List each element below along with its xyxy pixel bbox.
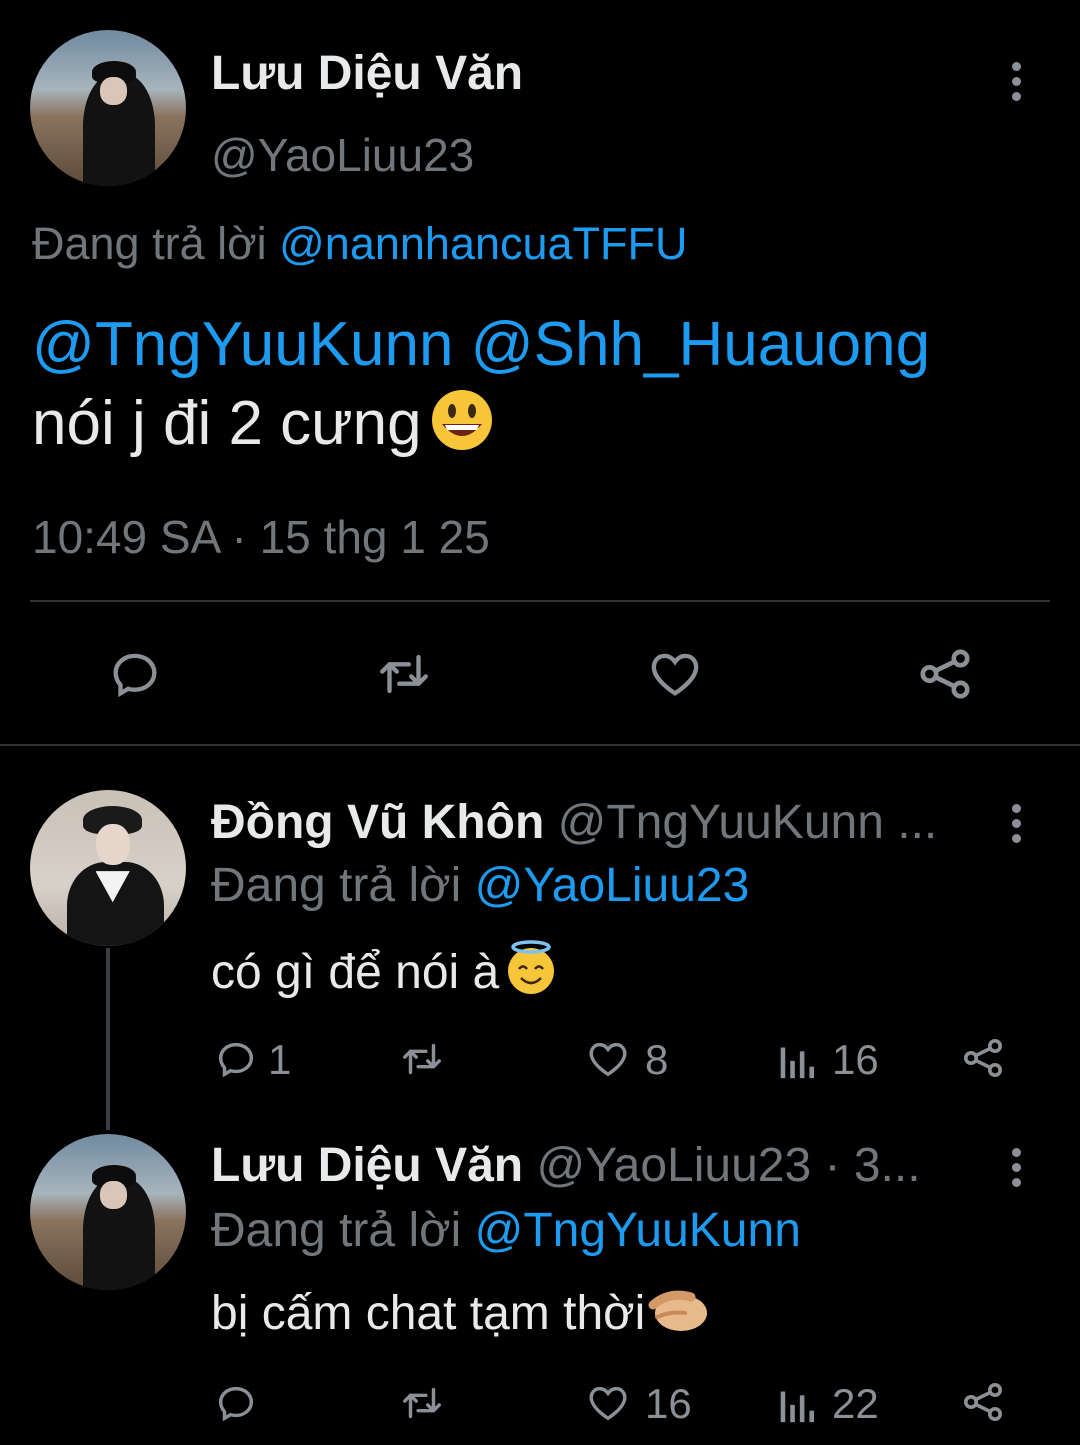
more-options-icon[interactable] bbox=[1012, 1148, 1022, 1193]
like-icon[interactable] bbox=[584, 1380, 632, 1426]
reply-header: Đồng Vũ Khôn @TngYuuKunn ... bbox=[211, 795, 991, 850]
author-handle[interactable]: @YaoLiuu23 · 3... bbox=[536, 1139, 920, 1192]
reply-icon[interactable] bbox=[213, 1380, 259, 1426]
view-count: 22 bbox=[832, 1380, 879, 1427]
avatar[interactable] bbox=[30, 1134, 186, 1290]
timestamp: 10:49 SA · 15 thg 1 25 bbox=[32, 511, 490, 563]
reply-body: có gì để nói à bbox=[211, 938, 563, 1008]
tweet-thread-page: Lưu Diệu Văn @YaoLiuu23 Đang trả lời @na… bbox=[0, 0, 1080, 1445]
share-icon[interactable] bbox=[959, 1378, 1007, 1426]
like-icon[interactable] bbox=[584, 1036, 632, 1082]
reply-body: bị cấm chat tạm thời bbox=[211, 1283, 711, 1349]
share-icon[interactable] bbox=[959, 1034, 1007, 1082]
replying-prefix: Đang trả lời bbox=[211, 1204, 462, 1257]
reply-header: Lưu Diệu Văn @YaoLiuu23 · 3... bbox=[211, 1138, 991, 1193]
divider bbox=[30, 600, 1050, 602]
tweet-body: @TngYuuKunn @Shh_Huauong nói j đi 2 cưng bbox=[32, 308, 930, 469]
avatar[interactable] bbox=[30, 790, 186, 946]
reply-icon[interactable] bbox=[106, 645, 164, 703]
reply-icon[interactable] bbox=[213, 1036, 259, 1082]
author-name[interactable]: Lưu Diệu Văn bbox=[211, 1139, 523, 1192]
replying-to-link[interactable]: @TngYuuKunn bbox=[475, 1204, 801, 1257]
retweet-icon[interactable] bbox=[397, 1036, 447, 1082]
reply-count: 1 bbox=[268, 1036, 292, 1083]
author-name[interactable]: Lưu Diệu Văn bbox=[211, 46, 523, 101]
like-icon[interactable] bbox=[645, 645, 705, 703]
thread-line bbox=[106, 948, 110, 1130]
replying-prefix: Đang trả lời bbox=[32, 218, 267, 269]
smiling-face-with-halo-icon bbox=[499, 938, 563, 1008]
replying-to-line: Đang trả lời @TngYuuKunn bbox=[211, 1203, 801, 1258]
mention-link[interactable]: @TngYuuKunn bbox=[32, 310, 453, 379]
replying-to-link[interactable]: @nannhancuaTFFU bbox=[279, 218, 687, 269]
more-options-icon[interactable] bbox=[1012, 804, 1022, 849]
replying-to-line: Đang trả lời @YaoLiuu23 bbox=[211, 858, 749, 913]
avatar[interactable] bbox=[30, 30, 186, 186]
share-icon[interactable] bbox=[914, 643, 976, 705]
retweet-icon[interactable] bbox=[397, 1380, 447, 1426]
author-name[interactable]: Đồng Vũ Khôn bbox=[211, 796, 544, 849]
grinning-face-icon bbox=[422, 382, 502, 469]
like-count: 16 bbox=[645, 1380, 692, 1427]
author-handle[interactable]: @YaoLiuu23 bbox=[211, 128, 474, 182]
mention-link[interactable]: @Shh_Huauong bbox=[471, 310, 930, 379]
reply-text: bị cấm chat tạm thời bbox=[211, 1287, 646, 1340]
section-divider bbox=[0, 744, 1080, 746]
view-count: 16 bbox=[832, 1036, 879, 1083]
replying-to-link[interactable]: @YaoLiuu23 bbox=[475, 859, 750, 912]
retweet-icon[interactable] bbox=[373, 645, 435, 703]
tweet-text: nói j đi 2 cưng bbox=[32, 389, 422, 458]
replying-prefix: Đang trả lời bbox=[211, 859, 462, 912]
views-icon[interactable] bbox=[776, 1036, 816, 1082]
pinching-hand-icon bbox=[645, 1283, 711, 1349]
reply-text: có gì để nói à bbox=[211, 946, 500, 999]
more-options-icon[interactable] bbox=[1012, 62, 1022, 107]
replying-to-line: Đang trả lời @nannhancuaTFFU bbox=[32, 218, 688, 270]
views-icon[interactable] bbox=[776, 1380, 816, 1426]
like-count: 8 bbox=[645, 1036, 669, 1083]
author-handle[interactable]: @TngYuuKunn ... bbox=[558, 796, 938, 849]
